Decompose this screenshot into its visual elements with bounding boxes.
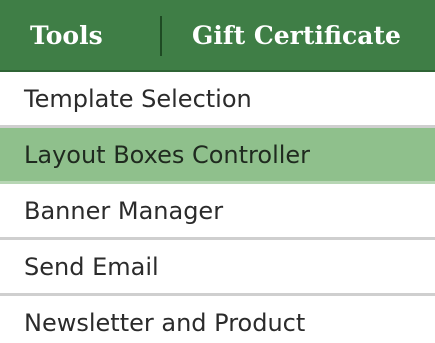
top-nav-bar: Tools Gift Certificate (0, 0, 435, 72)
menu-item-label: Send Email (24, 253, 159, 281)
menu-item-layout-boxes-controller[interactable]: Layout Boxes Controller (0, 128, 435, 184)
tab-tools[interactable]: Tools (30, 20, 103, 52)
tools-dropdown-menu: Template Selection Layout Boxes Controll… (0, 72, 435, 343)
menu-item-label: Banner Manager (24, 197, 224, 225)
admin-menu-screen: Tools Gift Certificate Template Selectio… (0, 0, 435, 343)
menu-item-label: Layout Boxes Controller (24, 141, 311, 169)
menu-item-template-selection[interactable]: Template Selection (0, 72, 435, 128)
menu-item-label: Newsletter and Product (24, 309, 306, 337)
menu-item-banner-manager[interactable]: Banner Manager (0, 184, 435, 240)
tab-divider (160, 16, 162, 56)
menu-item-send-email[interactable]: Send Email (0, 240, 435, 296)
menu-item-newsletter-and-product[interactable]: Newsletter and Product (0, 296, 435, 343)
menu-item-label: Template Selection (24, 85, 252, 113)
tab-gift-certificate[interactable]: Gift Certificate (192, 20, 401, 52)
